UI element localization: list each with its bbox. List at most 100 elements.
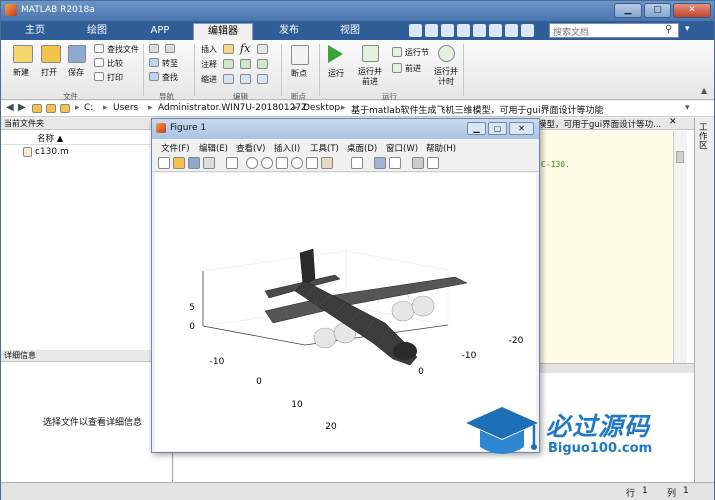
menu-edit[interactable]: 编辑(E) bbox=[199, 142, 228, 154]
search-box[interactable]: 搜索文档 ⚲ bbox=[549, 23, 679, 38]
figure-minimize-button[interactable]: ▁ bbox=[467, 122, 486, 135]
open-file-icon[interactable] bbox=[173, 157, 185, 169]
editor-scrollbar[interactable] bbox=[673, 131, 687, 363]
compare-button[interactable]: 比较 bbox=[107, 58, 123, 69]
brush-icon[interactable] bbox=[321, 157, 333, 169]
tab-apps[interactable]: APP bbox=[134, 23, 186, 40]
run-advance-icon[interactable] bbox=[362, 45, 379, 62]
pointer-icon[interactable] bbox=[226, 157, 238, 169]
run-time-button[interactable]: 运行并 计时 bbox=[434, 67, 458, 87]
hide-plot-tools-icon[interactable] bbox=[412, 157, 424, 169]
goto-button[interactable]: 转至 bbox=[162, 58, 178, 69]
menu-insert[interactable]: 插入(I) bbox=[274, 142, 300, 154]
find-files-button[interactable]: 查找文件 bbox=[107, 44, 139, 55]
editor-close-icon[interactable]: ✕ bbox=[669, 117, 677, 127]
figure-close-button[interactable]: ✕ bbox=[509, 122, 534, 135]
list-item[interactable]: c130.m bbox=[1, 146, 172, 159]
indent-button[interactable]: 缩进 bbox=[201, 74, 217, 85]
print-figure-icon[interactable] bbox=[203, 157, 215, 169]
cut-icon[interactable] bbox=[425, 24, 438, 37]
editor-tab-title[interactable]: 模型，可用于gui界面设计等功... bbox=[538, 118, 661, 130]
menu-help[interactable]: 帮助(H) bbox=[426, 142, 456, 154]
forward-arrow-icon[interactable]: ▶ bbox=[18, 102, 26, 113]
folder-icon[interactable] bbox=[60, 104, 70, 113]
path-segment[interactable]: Administrator.WIN7U-20180127Z bbox=[158, 103, 307, 113]
collapse-ribbon-icon[interactable]: ▲ bbox=[701, 86, 707, 95]
goto-icon[interactable] bbox=[149, 58, 159, 67]
insert-legend-icon[interactable] bbox=[389, 157, 401, 169]
search-icon[interactable]: ⚲ bbox=[665, 24, 672, 35]
save-icon[interactable] bbox=[68, 45, 86, 63]
data-cursor-icon[interactable] bbox=[306, 157, 318, 169]
insert-section-icon[interactable] bbox=[223, 44, 234, 54]
run-advance-button[interactable]: 运行并 前进 bbox=[358, 67, 382, 87]
figure-maximize-button[interactable]: ▢ bbox=[488, 122, 507, 135]
notification-icon[interactable]: ▾ bbox=[685, 24, 709, 37]
menu-desktop[interactable]: 桌面(D) bbox=[347, 142, 377, 154]
zoom-out-icon[interactable] bbox=[261, 157, 273, 169]
save-icon[interactable] bbox=[409, 24, 422, 37]
wrap-comments-icon[interactable] bbox=[257, 59, 268, 69]
uncomment-icon[interactable] bbox=[240, 59, 251, 69]
decrease-indent-icon[interactable] bbox=[257, 74, 268, 84]
close-button[interactable]: ✕ bbox=[673, 3, 711, 18]
tab-view[interactable]: 视图 bbox=[324, 23, 376, 40]
save-figure-icon[interactable] bbox=[188, 157, 200, 169]
find-button[interactable]: 查找 bbox=[162, 72, 178, 83]
run-icon[interactable] bbox=[328, 45, 343, 63]
open-folder-icon[interactable] bbox=[41, 45, 61, 63]
fx-icon[interactable]: fx bbox=[240, 42, 250, 55]
breakpoints-button[interactable]: 断点 bbox=[291, 68, 307, 79]
address-dropdown-icon[interactable]: ▾ bbox=[685, 103, 690, 113]
find-files-icon[interactable] bbox=[94, 44, 104, 53]
workspace-label[interactable]: 工作区 bbox=[699, 124, 710, 151]
advance-icon[interactable] bbox=[392, 63, 402, 73]
print-icon[interactable] bbox=[94, 72, 104, 81]
switch-windows-icon[interactable] bbox=[505, 24, 518, 37]
new-figure-icon[interactable] bbox=[158, 157, 170, 169]
file-name[interactable]: c130.m bbox=[35, 147, 69, 157]
run-time-icon[interactable] bbox=[438, 45, 455, 62]
find-icon[interactable] bbox=[149, 72, 159, 81]
path-segment[interactable]: Users bbox=[113, 103, 138, 113]
up-folder-icon[interactable] bbox=[32, 104, 42, 113]
forward-icon[interactable] bbox=[165, 44, 175, 53]
code-area[interactable]: C-130. bbox=[540, 131, 673, 363]
compare-icon[interactable] bbox=[94, 58, 104, 67]
undo-icon[interactable] bbox=[473, 24, 486, 37]
comment-button[interactable]: 注释 bbox=[201, 59, 217, 70]
menu-file[interactable]: 文件(F) bbox=[161, 142, 190, 154]
pan-icon[interactable] bbox=[276, 157, 288, 169]
save-button[interactable]: 保存 bbox=[68, 67, 84, 78]
column-name[interactable]: 名称 ▲ bbox=[37, 132, 63, 144]
tab-editor[interactable]: 编辑器 bbox=[193, 23, 253, 40]
run-section-icon[interactable] bbox=[392, 47, 402, 57]
back-icon[interactable] bbox=[149, 44, 159, 53]
menu-tools[interactable]: 工具(T) bbox=[310, 142, 339, 154]
minimize-button[interactable]: ▁ bbox=[614, 3, 642, 18]
insert-button[interactable]: 插入 bbox=[201, 44, 217, 55]
scroll-thumb[interactable] bbox=[676, 151, 684, 163]
open-button[interactable]: 打开 bbox=[41, 67, 57, 78]
comment-icon[interactable] bbox=[223, 59, 234, 69]
zoom-in-icon[interactable] bbox=[246, 157, 258, 169]
browse-folder-icon[interactable] bbox=[46, 104, 56, 113]
copy-icon[interactable] bbox=[441, 24, 454, 37]
code-text[interactable]: C-130. bbox=[541, 160, 570, 169]
paste-icon[interactable] bbox=[457, 24, 470, 37]
menu-view[interactable]: 查看(V) bbox=[236, 142, 265, 154]
show-plot-tools-icon[interactable] bbox=[427, 157, 439, 169]
help-icon[interactable] bbox=[521, 24, 534, 37]
tab-plots[interactable]: 绘图 bbox=[71, 23, 123, 40]
insert-function-icon[interactable] bbox=[257, 44, 268, 54]
run-button[interactable]: 运行 bbox=[328, 68, 344, 79]
print-button[interactable]: 打印 bbox=[107, 72, 123, 83]
run-section-button[interactable]: 运行节 bbox=[405, 47, 429, 58]
path-segment[interactable]: C: bbox=[84, 103, 93, 113]
insert-colorbar-icon[interactable] bbox=[374, 157, 386, 169]
tab-publish[interactable]: 发布 bbox=[263, 23, 315, 40]
back-arrow-icon[interactable]: ◀ bbox=[6, 102, 14, 113]
increase-indent-icon[interactable] bbox=[240, 74, 251, 84]
advance-button[interactable]: 前进 bbox=[405, 63, 421, 74]
column-header[interactable]: 名称 ▲ bbox=[1, 131, 172, 145]
